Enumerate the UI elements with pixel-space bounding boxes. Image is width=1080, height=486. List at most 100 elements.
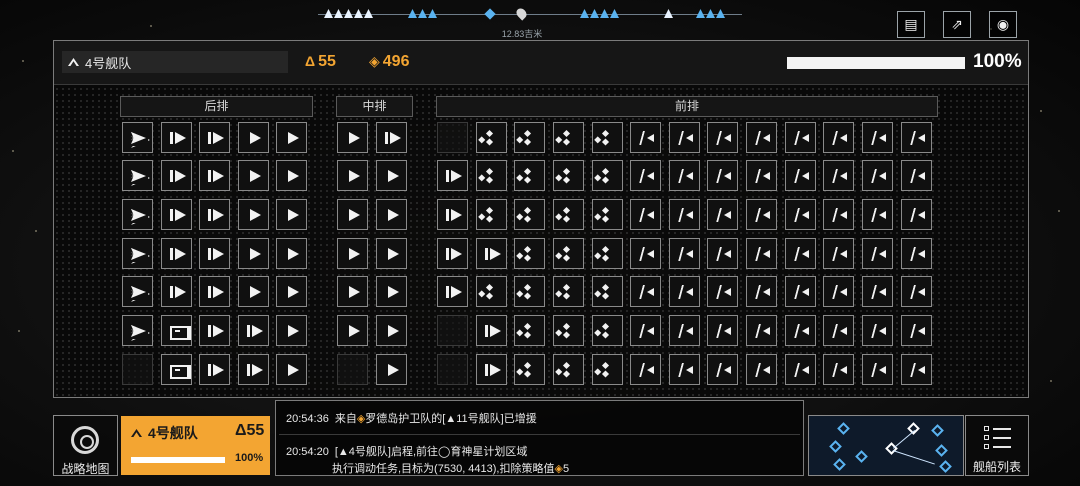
front-ship-slot[interactable] [901,354,932,385]
front-ship-slot[interactable] [476,122,507,153]
middle-ship-slot[interactable] [376,315,407,346]
front-ship-slot[interactable] [669,122,700,153]
front-ship-slot[interactable] [514,315,545,346]
front-ship-slot[interactable] [785,276,816,307]
front-ship-slot[interactable] [476,160,507,191]
front-ship-slot[interactable] [862,199,893,230]
rear-ship-slot[interactable] [238,276,269,307]
front-ship-slot[interactable] [669,276,700,307]
rear-ship-slot[interactable] [238,199,269,230]
rear-ship-slot[interactable] [199,238,230,269]
front-ship-slot[interactable] [785,354,816,385]
front-ship-slot[interactable] [862,160,893,191]
front-ship-slot[interactable] [901,315,932,346]
front-ship-slot[interactable] [785,160,816,191]
front-ship-slot[interactable] [630,122,661,153]
front-ship-slot[interactable] [669,160,700,191]
rear-ship-slot[interactable] [122,160,153,191]
front-ship-slot[interactable] [785,238,816,269]
rear-ship-slot[interactable] [276,199,307,230]
rear-ship-slot[interactable] [238,122,269,153]
ship-list-button[interactable]: 舰船列表 [965,415,1029,476]
front-ship-slot[interactable] [669,199,700,230]
rear-ship-slot[interactable] [276,354,307,385]
front-ship-slot[interactable] [514,238,545,269]
middle-empty-slot[interactable] [337,354,368,385]
middle-ship-slot[interactable] [376,199,407,230]
rear-ship-slot[interactable] [161,238,192,269]
front-ship-slot[interactable] [437,276,468,307]
front-ship-slot[interactable] [553,315,584,346]
front-ship-slot[interactable] [785,199,816,230]
front-ship-slot[interactable] [592,122,623,153]
rear-ship-slot[interactable] [199,160,230,191]
rear-ship-slot[interactable] [238,354,269,385]
front-ship-slot[interactable] [592,276,623,307]
middle-ship-slot[interactable] [337,199,368,230]
front-ship-slot[interactable] [823,199,854,230]
rear-ship-slot[interactable] [199,315,230,346]
front-ship-slot[interactable] [785,315,816,346]
rear-ship-slot[interactable] [276,122,307,153]
front-ship-slot[interactable] [553,199,584,230]
front-ship-slot[interactable] [514,276,545,307]
rear-ship-slot[interactable] [199,199,230,230]
front-ship-slot[interactable] [437,238,468,269]
front-ship-slot[interactable] [553,122,584,153]
rear-ship-slot[interactable] [161,199,192,230]
front-ship-slot[interactable] [746,354,777,385]
front-ship-slot[interactable] [785,122,816,153]
front-ship-slot[interactable] [707,276,738,307]
middle-ship-slot[interactable] [337,122,368,153]
front-ship-slot[interactable] [823,276,854,307]
front-ship-slot[interactable] [901,199,932,230]
middle-ship-slot[interactable] [376,354,407,385]
rear-empty-slot[interactable] [122,354,153,385]
front-ship-slot[interactable] [514,354,545,385]
front-ship-slot[interactable] [592,199,623,230]
front-ship-slot[interactable] [630,276,661,307]
front-ship-slot[interactable] [823,160,854,191]
minimap[interactable] [808,415,964,476]
front-ship-slot[interactable] [746,122,777,153]
front-ship-slot[interactable] [746,276,777,307]
middle-ship-slot[interactable] [337,276,368,307]
front-ship-slot[interactable] [823,315,854,346]
share-icon[interactable]: ⇗ [943,11,971,38]
front-ship-slot[interactable] [669,315,700,346]
front-ship-slot[interactable] [901,238,932,269]
front-ship-slot[interactable] [592,238,623,269]
middle-ship-slot[interactable] [376,160,407,191]
front-ship-slot[interactable] [746,238,777,269]
rear-ship-slot[interactable] [161,122,192,153]
front-empty-slot[interactable] [437,315,468,346]
front-ship-slot[interactable] [862,238,893,269]
rear-ship-slot[interactable] [122,238,153,269]
middle-ship-slot[interactable] [376,238,407,269]
rear-ship-slot[interactable] [199,122,230,153]
front-ship-slot[interactable] [746,199,777,230]
rear-ship-slot[interactable] [276,238,307,269]
front-ship-slot[interactable] [553,276,584,307]
rear-ship-slot[interactable] [238,238,269,269]
middle-ship-slot[interactable] [337,160,368,191]
fleet-name-tab[interactable]: 4号舰队 [62,51,288,73]
rear-ship-slot[interactable] [161,276,192,307]
rear-ship-slot[interactable] [276,276,307,307]
front-ship-slot[interactable] [514,199,545,230]
front-ship-slot[interactable] [669,238,700,269]
front-ship-slot[interactable] [707,354,738,385]
front-ship-slot[interactable] [862,276,893,307]
stream-icon[interactable]: ▤ [897,11,925,38]
front-ship-slot[interactable] [746,160,777,191]
front-ship-slot[interactable] [746,315,777,346]
front-ship-slot[interactable] [476,238,507,269]
front-ship-slot[interactable] [630,238,661,269]
rear-ship-slot[interactable] [161,354,192,385]
front-ship-slot[interactable] [630,160,661,191]
middle-ship-slot[interactable] [376,122,407,153]
front-ship-slot[interactable] [630,315,661,346]
front-ship-slot[interactable] [592,160,623,191]
front-ship-slot[interactable] [476,354,507,385]
front-ship-slot[interactable] [553,354,584,385]
